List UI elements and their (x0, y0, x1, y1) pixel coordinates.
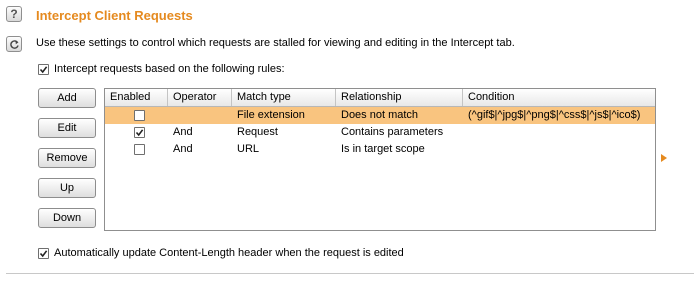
refresh-icon (9, 39, 19, 49)
condition-cell (463, 141, 655, 158)
up-button[interactable]: Up (38, 178, 96, 198)
checkmark-icon (39, 66, 48, 74)
table-row[interactable]: And Request Contains parameters (105, 124, 655, 141)
section-description: Use these settings to control which requ… (36, 37, 515, 49)
help-icon: ? (10, 7, 18, 21)
edit-button[interactable]: Edit (38, 118, 96, 138)
refresh-button[interactable] (6, 36, 22, 52)
row-enabled-checkbox[interactable] (134, 144, 145, 155)
row-enabled-checkbox[interactable] (134, 127, 145, 138)
column-header-condition[interactable]: Condition (463, 89, 655, 106)
checkmark-icon (135, 129, 144, 137)
rules-table[interactable]: Enabled Operator Match type Relationship… (104, 88, 656, 231)
row-enabled-checkbox[interactable] (134, 110, 145, 121)
relationship-cell: Does not match (341, 109, 419, 121)
operator-cell (168, 107, 232, 124)
auto-update-content-length-checkbox[interactable] (38, 248, 49, 259)
match-type-cell: File extension (237, 109, 305, 121)
table-header: Enabled Operator Match type Relationship… (105, 89, 655, 107)
add-button[interactable]: Add (38, 88, 96, 108)
condition-cell: (^gif$|^jpg$|^png$|^css$|^js$|^ico$) (468, 109, 641, 121)
enabled-cell (105, 141, 168, 158)
table-row[interactable]: And URL Is in target scope (105, 141, 655, 158)
table-row[interactable]: File extension Does not match (^gif$|^jp… (105, 107, 655, 124)
enabled-cell (105, 107, 168, 124)
column-header-relationship[interactable]: Relationship (336, 89, 463, 106)
enabled-cell (105, 124, 168, 141)
section-divider (6, 273, 694, 274)
operator-cell: And (173, 143, 193, 155)
expand-arrow-icon[interactable] (661, 154, 667, 162)
column-header-operator[interactable]: Operator (168, 89, 232, 106)
column-header-match-type[interactable]: Match type (232, 89, 336, 106)
down-button[interactable]: Down (38, 208, 96, 228)
column-header-enabled[interactable]: Enabled (105, 89, 168, 106)
match-type-cell: URL (237, 143, 260, 155)
relationship-cell: Is in target scope (341, 143, 425, 155)
match-type-cell: Request (237, 126, 278, 138)
condition-cell (463, 124, 655, 141)
checkmark-icon (39, 250, 48, 258)
intercept-rules-checkbox[interactable] (38, 64, 49, 75)
operator-cell: And (173, 126, 193, 138)
auto-update-content-length-label: Automatically update Content-Length head… (54, 247, 404, 259)
intercept-rules-label: Intercept requests based on the followin… (54, 63, 285, 75)
help-button[interactable]: ? (6, 6, 22, 22)
section-title: Intercept Client Requests (36, 8, 193, 23)
remove-button[interactable]: Remove (38, 148, 96, 168)
relationship-cell: Contains parameters (341, 126, 444, 138)
